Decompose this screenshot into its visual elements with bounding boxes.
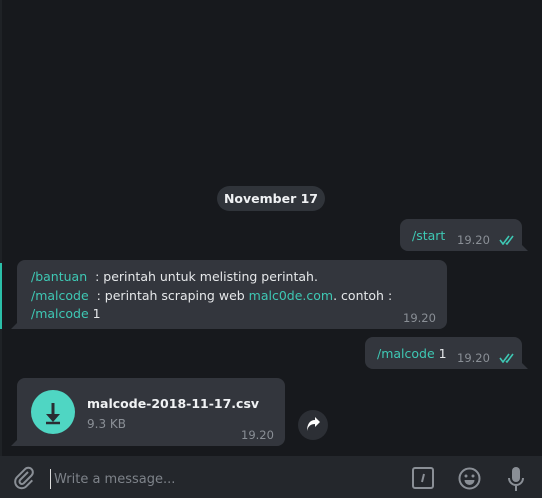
command-link[interactable]: /start bbox=[412, 228, 445, 243]
message-outgoing[interactable]: /malcode 1 19.20 bbox=[365, 337, 528, 369]
paperclip-icon[interactable] bbox=[12, 466, 36, 490]
message-line: /malcode 1 bbox=[31, 306, 101, 321]
share-button[interactable] bbox=[298, 410, 328, 440]
message-text: /malcode 1 bbox=[377, 346, 447, 361]
left-border bbox=[0, 0, 2, 456]
message-time: 19.20 bbox=[403, 311, 436, 325]
message-line: /malcode : perintah scraping web malc0de… bbox=[31, 288, 392, 303]
date-separator: November 17 bbox=[217, 186, 325, 211]
web-link[interactable]: malc0de.com bbox=[249, 288, 333, 303]
command-link[interactable]: /malcode bbox=[377, 346, 435, 361]
command-link[interactable]: /malcode bbox=[31, 306, 89, 321]
double-check-icon bbox=[499, 235, 514, 245]
message-time: 19.20 bbox=[241, 428, 274, 442]
emoji-icon[interactable] bbox=[458, 467, 481, 490]
text: . contoh : bbox=[333, 288, 393, 303]
file-name[interactable]: malcode-2018-11-17.csv bbox=[87, 396, 259, 411]
command-link[interactable]: /bantuan bbox=[31, 269, 87, 284]
text: : perintah scraping web bbox=[88, 288, 249, 303]
text: 1 bbox=[434, 346, 447, 361]
download-button[interactable] bbox=[31, 390, 75, 434]
message-line: /bantuan : perintah untuk melisting peri… bbox=[31, 269, 318, 284]
double-check-icon bbox=[499, 353, 514, 363]
message-outgoing[interactable]: /start 19.20 bbox=[400, 219, 528, 251]
text: 1 bbox=[88, 306, 101, 321]
message-incoming[interactable]: /bantuan : perintah untuk melisting peri… bbox=[11, 260, 447, 329]
bot-command-icon[interactable] bbox=[412, 467, 434, 489]
microphone-icon[interactable] bbox=[506, 465, 526, 493]
file-message[interactable]: malcode-2018-11-17.csv 9.3 KB 19.20 bbox=[11, 378, 285, 446]
command-link[interactable]: /malcode bbox=[31, 288, 89, 303]
message-input[interactable] bbox=[50, 469, 390, 489]
share-icon bbox=[307, 417, 320, 431]
message-time: 19.20 bbox=[457, 233, 490, 247]
message-time: 19.20 bbox=[457, 351, 490, 365]
selection-indicator bbox=[0, 263, 2, 329]
file-size: 9.3 KB bbox=[87, 417, 126, 431]
download-icon bbox=[46, 403, 60, 425]
text: : perintah untuk melisting perintah. bbox=[87, 269, 318, 284]
